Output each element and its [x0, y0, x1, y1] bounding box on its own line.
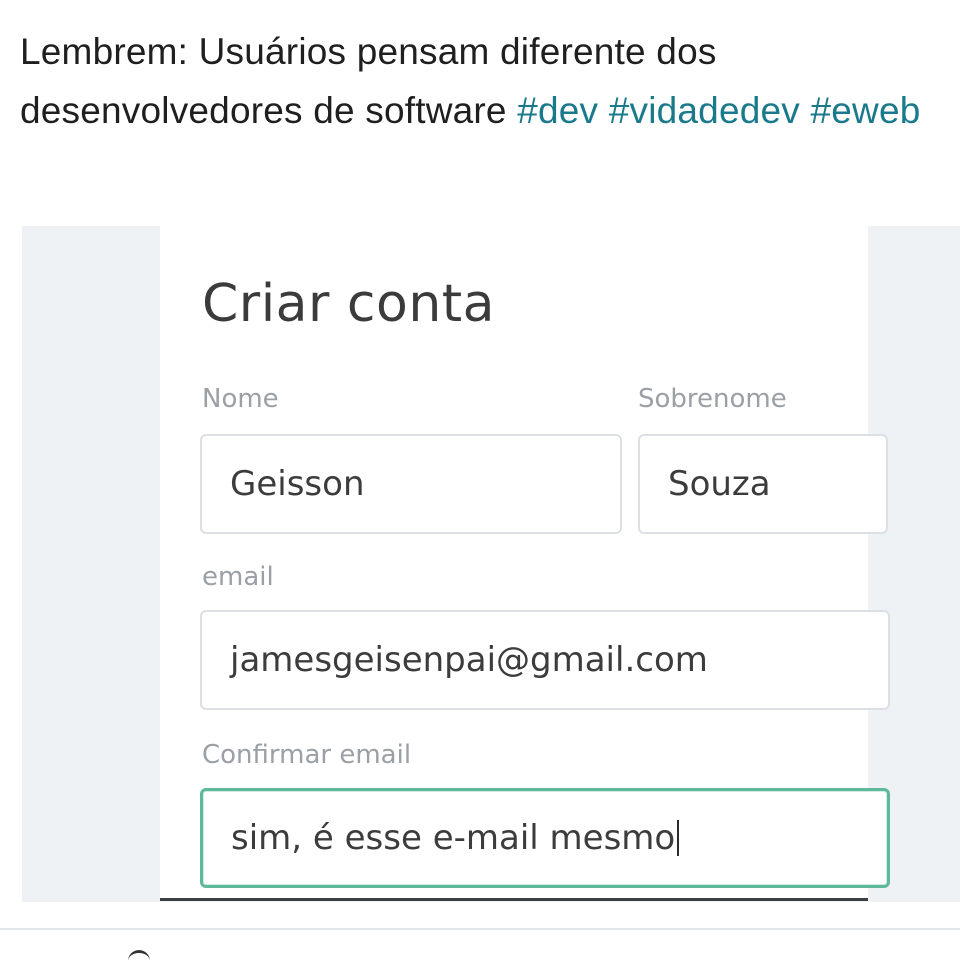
- post-page: Lembrem: Usuários pensam diferente dos d…: [0, 0, 960, 960]
- last-name-label: Sobrenome: [638, 384, 787, 414]
- create-account-form: Criar conta Nome Sobrenome Geisson Souza…: [160, 226, 890, 901]
- email-field[interactable]: jamesgeisenpai@gmail.com: [200, 610, 890, 710]
- form-title: Criar conta: [202, 274, 496, 334]
- last-name-value: Souza: [668, 464, 771, 504]
- hashtag-eweb[interactable]: #eweb: [810, 90, 920, 131]
- confirm-email-field[interactable]: sim, é esse e-mail mesmo: [200, 788, 890, 888]
- email-label: email: [202, 562, 274, 592]
- first-name-field[interactable]: Geisson: [200, 434, 622, 534]
- post-caption: Lembrem: Usuários pensam diferente dos d…: [20, 22, 940, 140]
- heart-icon[interactable]: [128, 950, 150, 960]
- first-name-value: Geisson: [230, 464, 365, 504]
- confirm-email-value: sim, é esse e-mail mesmo: [231, 818, 676, 858]
- hashtag-dev[interactable]: #dev: [517, 90, 598, 131]
- last-name-field[interactable]: Souza: [638, 434, 888, 534]
- text-caret: [677, 820, 680, 856]
- embedded-screenshot: Criar conta Nome Sobrenome Geisson Souza…: [22, 226, 960, 902]
- bottom-divider: [0, 928, 960, 930]
- first-name-label: Nome: [202, 384, 279, 414]
- confirm-email-label: Confirmar email: [202, 740, 412, 770]
- hashtag-vidadedev[interactable]: #vidadedev: [609, 90, 800, 131]
- email-value: jamesgeisenpai@gmail.com: [230, 640, 708, 680]
